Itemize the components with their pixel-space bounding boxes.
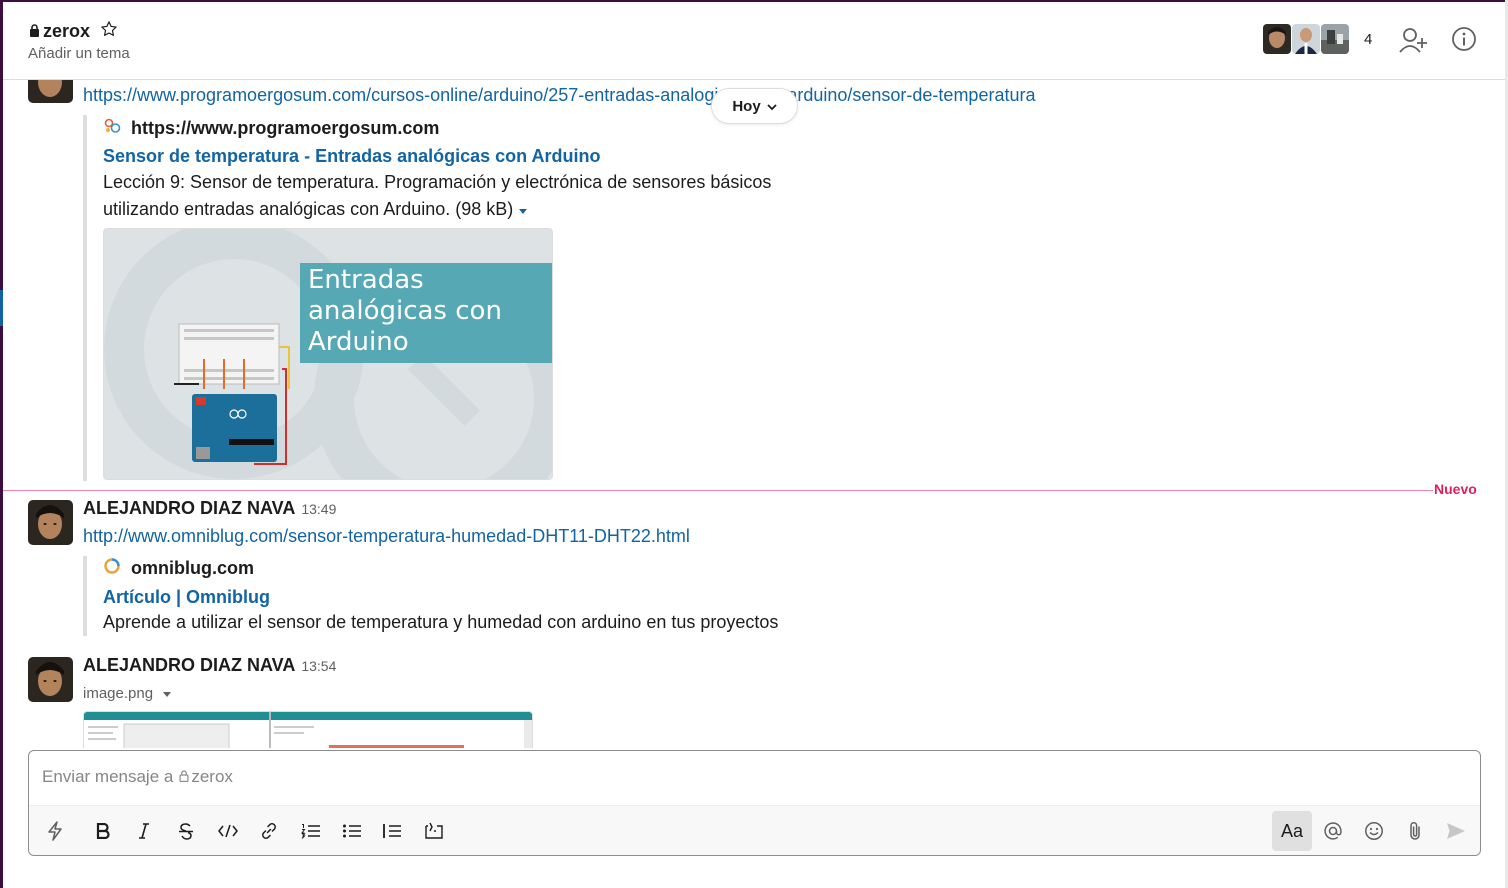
message-timestamp[interactable]: 13:49 bbox=[301, 501, 336, 517]
shortcuts-bolt-icon[interactable] bbox=[39, 814, 71, 848]
caret-down-icon[interactable] bbox=[162, 685, 172, 702]
caret-down-icon[interactable] bbox=[518, 196, 528, 223]
preview-title[interactable]: Artículo | Omniblug bbox=[103, 587, 823, 608]
preview-site[interactable]: omniblug.com bbox=[103, 557, 823, 580]
italic-button[interactable] bbox=[128, 814, 160, 848]
channel-header: zerox Añadir un tema 4 bbox=[3, 2, 1505, 80]
member-avatar bbox=[1321, 24, 1349, 54]
new-messages-label: Nuevo bbox=[1434, 481, 1477, 497]
strikethrough-button[interactable] bbox=[170, 814, 202, 848]
format-toggle-button[interactable]: Aa bbox=[1272, 811, 1312, 851]
preview-site-name: https://www.programoergosum.com bbox=[131, 118, 440, 138]
date-label: Hoy bbox=[732, 97, 761, 115]
avatar[interactable] bbox=[28, 657, 73, 702]
preview-description-text: utilizando entradas analógicas con Ardui… bbox=[103, 199, 514, 219]
message-link[interactable]: http://www.omniblug.com/sensor-temperatu… bbox=[83, 526, 690, 547]
file-name-row[interactable]: image.png bbox=[83, 685, 172, 702]
link-icon[interactable] bbox=[253, 814, 285, 848]
preview-title[interactable]: Sensor de temperatura - Entradas analógi… bbox=[103, 146, 783, 167]
avatar[interactable] bbox=[28, 80, 73, 103]
site-favicon-icon bbox=[103, 557, 121, 580]
image-attachment[interactable] bbox=[83, 711, 533, 748]
sender-name[interactable]: ALEJANDRO DIAZ NAVA bbox=[83, 498, 295, 519]
link-preview: omniblug.com Artículo | Omniblug Aprende… bbox=[83, 556, 823, 636]
add-member-icon[interactable] bbox=[1399, 26, 1429, 59]
channel-title[interactable]: zerox bbox=[29, 20, 118, 43]
composer-placeholder: Enviar mensaje a bbox=[42, 767, 174, 786]
preview-description-line: Lección 9: Sensor de temperatura. Progra… bbox=[103, 172, 772, 192]
channel-name: zerox bbox=[43, 21, 91, 41]
site-favicon-icon bbox=[103, 117, 121, 140]
bold-button[interactable] bbox=[87, 814, 119, 848]
bulleted-list-button[interactable] bbox=[336, 814, 368, 848]
composer-channel-name: zerox bbox=[191, 767, 233, 786]
message-link[interactable]: https://www.programoergosum.com/cursos-o… bbox=[83, 85, 1035, 106]
lock-icon bbox=[29, 21, 40, 42]
preview-site[interactable]: https://www.programoergosum.com bbox=[103, 117, 783, 140]
code-button[interactable] bbox=[212, 814, 244, 848]
message-timestamp[interactable]: 13:54 bbox=[301, 658, 336, 674]
preview-image[interactable]: Entradas analógicas con Arduino bbox=[103, 228, 553, 480]
member-avatar bbox=[1263, 24, 1291, 54]
preview-description: Aprende a utilizar el sensor de temperat… bbox=[103, 612, 779, 632]
member-avatar bbox=[1292, 24, 1320, 54]
star-icon[interactable] bbox=[100, 20, 118, 43]
attachment-paperclip-icon[interactable] bbox=[1399, 814, 1431, 848]
link-preview: https://www.programoergosum.com Sensor d… bbox=[83, 115, 783, 481]
sender-name[interactable]: ALEJANDRO DIAZ NAVA bbox=[83, 655, 295, 676]
message-input[interactable]: Enviar mensaje a zerox bbox=[42, 767, 233, 787]
format-toggle-label: Aa bbox=[1280, 820, 1304, 841]
preview-description-line: utilizando entradas analógicas con Ardui… bbox=[103, 196, 783, 223]
preview-site-name: omniblug.com bbox=[131, 558, 254, 578]
send-icon[interactable] bbox=[1440, 814, 1472, 848]
code-block-button[interactable] bbox=[418, 814, 450, 848]
new-messages-divider bbox=[3, 490, 1433, 491]
topic-placeholder[interactable]: Añadir un tema bbox=[28, 45, 130, 62]
preview-image-caption: Entradas analógicas con Arduino bbox=[308, 265, 502, 357]
member-avatars[interactable]: 4 bbox=[1263, 24, 1372, 54]
blockquote-button[interactable] bbox=[376, 814, 408, 848]
avatar[interactable] bbox=[28, 500, 73, 545]
message-list[interactable]: https://www.programoergosum.com/cursos-o… bbox=[3, 80, 1505, 748]
message-header: ALEJANDRO DIAZ NAVA 13:54 bbox=[83, 655, 336, 676]
chevron-down-icon bbox=[767, 98, 777, 115]
lock-icon bbox=[179, 767, 189, 787]
mention-icon[interactable] bbox=[1317, 814, 1349, 848]
preview-description: Lección 9: Sensor de temperatura. Progra… bbox=[103, 169, 783, 223]
message-header: ALEJANDRO DIAZ NAVA 13:49 bbox=[83, 498, 336, 519]
formatting-toolbar: Aa bbox=[29, 805, 1480, 855]
member-count: 4 bbox=[1364, 30, 1373, 48]
info-icon[interactable] bbox=[1451, 26, 1477, 57]
message-composer[interactable]: Enviar mensaje a zerox Aa bbox=[28, 750, 1481, 856]
emoji-icon[interactable] bbox=[1358, 814, 1390, 848]
file-name: image.png bbox=[83, 685, 154, 702]
ordered-list-button[interactable] bbox=[295, 814, 327, 848]
